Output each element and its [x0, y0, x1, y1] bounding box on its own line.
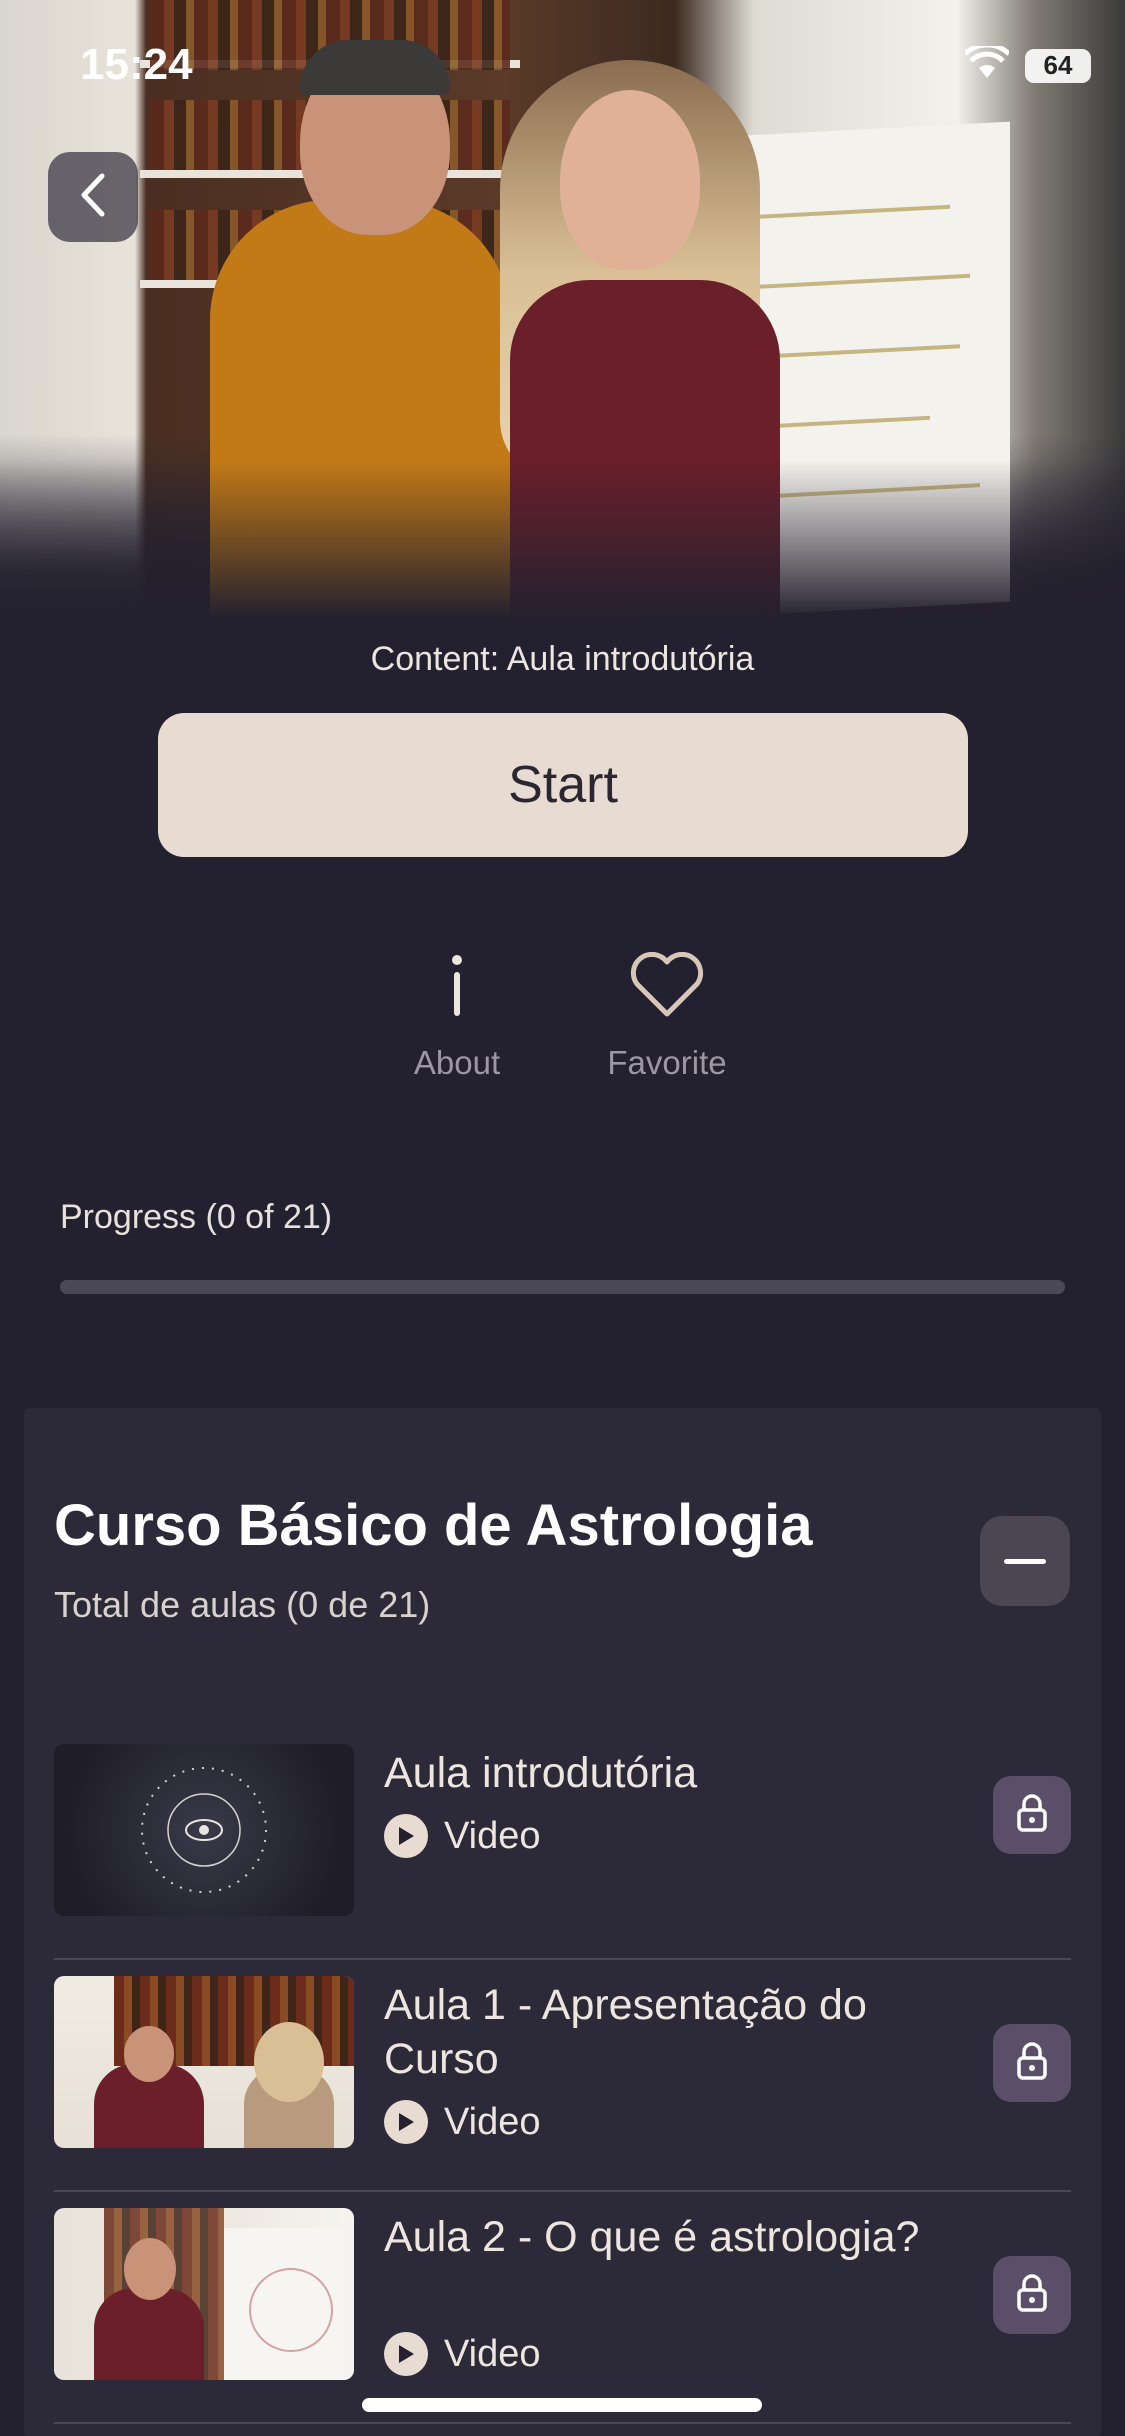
lock-button[interactable] — [993, 1776, 1071, 1854]
about-label: About — [413, 1044, 501, 1081]
heart-icon — [577, 950, 757, 1018]
chevron-left-icon — [78, 172, 108, 223]
lesson-item[interactable]: Aula 1 - Apresentação do Curso Video — [54, 1958, 1071, 2192]
play-icon — [384, 2100, 428, 2144]
lesson-thumbnail — [54, 1744, 354, 1916]
wifi-icon — [963, 42, 1011, 85]
favorite-button[interactable]: Favorite — [577, 950, 757, 1082]
lesson-thumbnail — [54, 1976, 354, 2148]
hero-image — [0, 0, 1125, 620]
play-icon — [384, 1814, 428, 1858]
progress-bar — [60, 1280, 1065, 1294]
about-button[interactable]: About — [367, 950, 547, 1082]
lesson-thumbnail — [54, 2208, 354, 2380]
progress-label: Progress (0 of 21) — [60, 1198, 333, 1236]
hero-gradient — [0, 460, 1125, 620]
home-indicator[interactable] — [362, 2398, 762, 2412]
instructor-man-hair — [300, 40, 450, 95]
info-icon — [367, 950, 547, 1018]
lesson-type: Video — [384, 1814, 541, 1858]
lesson-title: Aula 1 - Apresentação do Curso — [384, 1981, 867, 2083]
status-time: 15:24 — [80, 40, 193, 89]
lock-button[interactable] — [993, 2256, 1071, 2334]
play-icon — [384, 2332, 428, 2376]
lock-icon — [1016, 2041, 1048, 2085]
lesson-type: Video — [384, 2100, 541, 2144]
status-indicators: 64 — [963, 42, 1091, 85]
lesson-type-label: Video — [444, 1814, 541, 1857]
lesson-type-label: Video — [444, 2332, 541, 2375]
minus-icon — [1004, 1552, 1046, 1570]
lock-button[interactable] — [993, 2024, 1071, 2102]
lesson-title: Aula 2 - O que é astrologia? — [384, 2213, 920, 2261]
lesson-item[interactable]: Aula 2 - O que é astrologia? Video — [54, 2190, 1071, 2424]
collapse-button[interactable] — [980, 1516, 1070, 1606]
lesson-title: Aula introdutória — [384, 1749, 698, 1797]
lock-icon — [1016, 2273, 1048, 2317]
course-subtitle: Total de aulas (0 de 21) — [54, 1584, 431, 1625]
start-button[interactable]: Start — [158, 713, 968, 857]
content-label: Content: Aula introdutória — [370, 640, 755, 678]
back-button[interactable] — [48, 152, 138, 242]
lesson-item[interactable]: Aula introdutória Video — [54, 1726, 1071, 1960]
favorite-label: Favorite — [607, 1044, 727, 1081]
course-title: Curso Básico de Astrologia — [54, 1493, 813, 1558]
lesson-type-label: Video — [444, 2100, 541, 2143]
battery-icon: 64 — [1025, 48, 1091, 83]
lock-icon — [1016, 1793, 1048, 1837]
instructor-woman-face — [560, 90, 700, 270]
lesson-type: Video — [384, 2332, 541, 2376]
